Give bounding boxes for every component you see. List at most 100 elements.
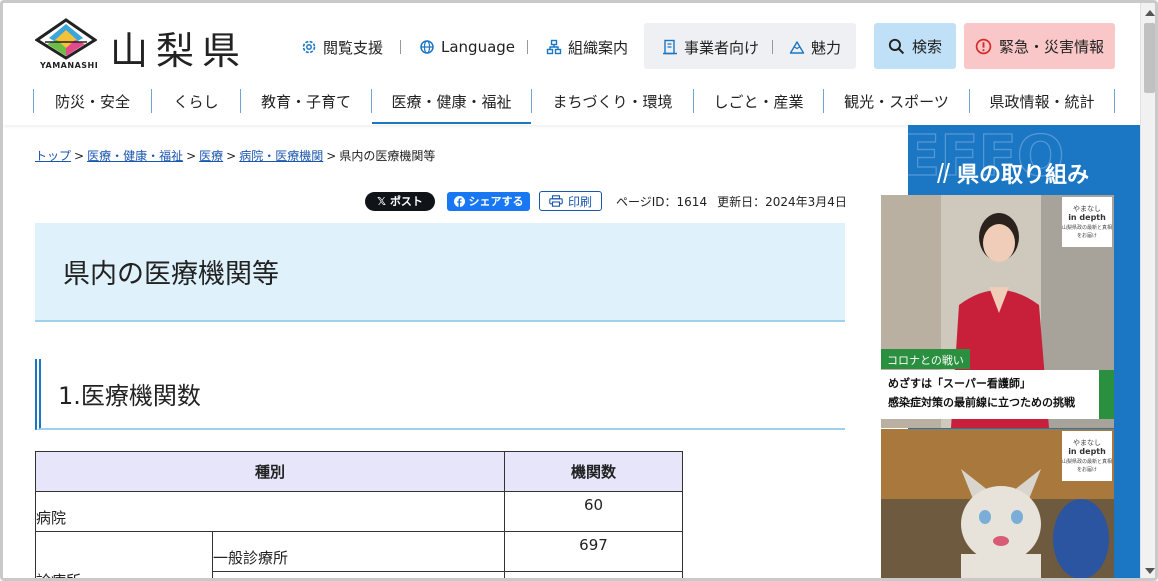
business-label: 事業者向け — [684, 38, 760, 57]
divider — [772, 40, 773, 54]
mountain-icon — [789, 41, 805, 54]
language-label: Language — [441, 38, 516, 56]
building-icon — [663, 39, 677, 55]
badge-sub: 山梨県政の最新と真相をお届け — [1062, 224, 1113, 240]
attraction-link[interactable]: 魅力 — [789, 25, 841, 69]
facebook-icon — [453, 195, 465, 207]
facebook-share-label: シェアする — [468, 195, 524, 208]
business-link[interactable]: 事業者向け — [662, 25, 759, 69]
search-button[interactable]: 検索 — [874, 23, 956, 69]
alert-icon — [975, 38, 992, 54]
globe-icon — [420, 40, 434, 54]
search-label: 検索 — [911, 37, 942, 56]
breadcrumb-link-health[interactable]: 医療・健康・福祉 — [87, 149, 183, 163]
table-row: 診療所 一般診療所 697 — [35, 531, 683, 578]
org-chart-icon — [546, 39, 562, 55]
x-post-button[interactable]: 𝕏 ポスト — [365, 191, 435, 211]
scroll-up-arrow-icon[interactable] — [1145, 10, 1155, 16]
nav-item-prefecture[interactable]: 県政情報・統計 — [969, 89, 1115, 113]
nav-item-health[interactable]: 医療・健康・福祉 — [371, 89, 531, 124]
nav-label: まちづくり・環境 — [552, 92, 673, 111]
attraction-label: 魅力 — [811, 38, 842, 57]
nav-label: しごと・産業 — [713, 92, 804, 111]
accessibility-link[interactable]: 閲覧支援 — [301, 25, 383, 69]
accessibility-label: 閲覧支援 — [323, 38, 384, 57]
browser-viewport: YAMANASHI 山梨県 閲覧支援 Language 組織案内 事業者向け 魅… — [0, 0, 1158, 581]
nav-label: 医療・健康・福祉 — [391, 92, 512, 111]
site-header: YAMANASHI 山梨県 閲覧支援 Language 組織案内 事業者向け 魅… — [3, 3, 1140, 125]
nav-label: 防災・安全 — [54, 92, 130, 111]
facebook-share-button[interactable]: シェアする — [447, 191, 530, 211]
column-header-type: 種別 — [35, 451, 505, 492]
yamanashi-mark-icon — [937, 163, 950, 183]
breadcrumb: トップ > 医療・健康・福祉 > 医療 > 病院・医療機関 > 県内の医療機関等 — [35, 147, 435, 164]
emergency-button[interactable]: 緊急・災害情報 — [964, 23, 1115, 69]
section-heading: 1.医療機関数 — [35, 359, 845, 430]
row-value-general-clinic: 697 — [504, 531, 683, 572]
site-logo[interactable]: YAMANASHI 山梨県 — [35, 18, 253, 74]
caption-accent — [1099, 370, 1114, 419]
badge-main: in depth — [1068, 447, 1106, 457]
x-logo-icon: 𝕏 — [377, 194, 386, 208]
table-row: 病院 60 — [35, 491, 683, 532]
breadcrumb-current: 県内の医療機関等 — [339, 149, 436, 163]
initiatives-title[interactable]: 県の取り組み — [935, 157, 1089, 189]
caption-line-1: めざすは「スーパー看護師」 — [888, 377, 1031, 390]
in-depth-badge: やまなし in depth 山梨県政の最新と真相をお届け — [1062, 431, 1112, 481]
nav-item-living[interactable]: くらし — [151, 89, 240, 113]
breadcrumb-link-medical[interactable]: 医療 — [199, 149, 223, 163]
nav-label: 観光・スポーツ — [844, 92, 949, 111]
logo-romaji: YAMANASHI — [40, 61, 99, 70]
row-label-clinic: 診療所 — [35, 531, 213, 578]
print-button[interactable]: 印刷 — [539, 191, 602, 211]
gear-icon — [302, 40, 316, 54]
share-bar: 𝕏 ポスト シェアする 印刷 ページID：1614 更新日：2024年3月4日 — [365, 191, 847, 211]
nav-item-disaster[interactable]: 防災・安全 — [33, 89, 151, 113]
global-nav: 防災・安全 くらし 教育・子育て 医療・健康・福祉 まちづくり・環境 しごと・産… — [33, 89, 1115, 124]
breadcrumb-link-top[interactable]: トップ — [35, 149, 71, 163]
table-header-row: 種別 機関数 — [35, 451, 683, 492]
site-name: 山梨県 — [110, 29, 249, 73]
language-link[interactable]: Language — [419, 25, 515, 69]
scrollbar-thumb[interactable] — [1144, 23, 1155, 93]
divider — [527, 40, 528, 54]
divider — [400, 40, 401, 54]
row-label-partial — [212, 571, 505, 578]
organization-link[interactable]: 組織案内 — [546, 25, 628, 69]
breadcrumb-separator: > — [326, 149, 337, 163]
yamanashi-logo-icon — [35, 18, 97, 60]
row-value-partial: 433 — [504, 571, 683, 578]
nav-item-work[interactable]: しごと・産業 — [693, 89, 823, 113]
feature-card-nurse[interactable]: やまなし in depth 山梨県政の最新と真相をお届け コロナとの戦い めざす… — [881, 195, 1114, 428]
card-caption: めざすは「スーパー看護師」 感染症対策の最前線に立つための挑戦 — [881, 370, 1099, 419]
row-value-hospital: 60 — [504, 491, 683, 532]
badge-main: in depth — [1068, 213, 1106, 223]
nav-label: 教育・子育て — [260, 92, 351, 111]
scroll-down-arrow-icon[interactable] — [1145, 568, 1155, 574]
page-title: 県内の医療機関等 — [35, 223, 845, 322]
feature-card-cat[interactable]: やまなし in depth 山梨県政の最新と真相をお届け — [881, 429, 1114, 578]
initiatives-title-label: 県の取り組み — [957, 163, 1090, 188]
row-label-general-clinic: 一般診療所 — [212, 531, 505, 572]
nav-item-town[interactable]: まちづくり・環境 — [531, 89, 693, 113]
nav-item-tourism[interactable]: 観光・スポーツ — [823, 89, 969, 113]
nav-label: くらし — [173, 92, 219, 111]
facility-count-table: 種別 機関数 病院 60 診療所 一般診療所 697 433 — [35, 451, 683, 578]
breadcrumb-link-hospitals[interactable]: 病院・医療機関 — [239, 149, 323, 163]
vertical-scrollbar[interactable] — [1140, 3, 1155, 578]
badge-top: やまなし — [1073, 205, 1101, 213]
print-label: 印刷 — [567, 194, 592, 209]
nav-item-education[interactable]: 教育・子育て — [240, 89, 371, 113]
updated-date: 更新日：2024年3月4日 — [717, 194, 847, 209]
page-id: ページID：1614 — [616, 194, 708, 209]
category-tag: コロナとの戦い — [881, 349, 970, 369]
badge-sub: 山梨県政の最新と真相をお届け — [1062, 458, 1113, 474]
nav-label: 県政情報・統計 — [989, 92, 1095, 111]
emergency-label: 緊急・災害情報 — [998, 37, 1104, 56]
row-label-hospital: 病院 — [35, 491, 505, 532]
organization-label: 組織案内 — [568, 38, 629, 57]
breadcrumb-separator: > — [186, 149, 197, 163]
badge-top: やまなし — [1073, 439, 1101, 447]
in-depth-badge: やまなし in depth 山梨県政の最新と真相をお届け — [1062, 197, 1112, 247]
breadcrumb-separator: > — [74, 149, 85, 163]
